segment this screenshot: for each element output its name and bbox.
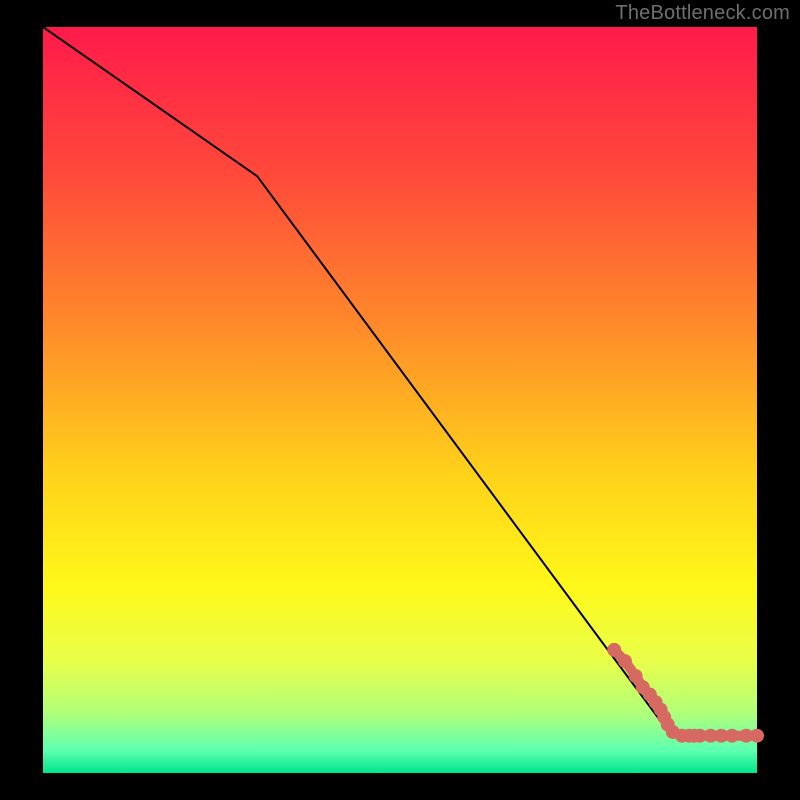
plot-svg [0, 0, 800, 800]
marker-coral-bead-curve [750, 729, 764, 743]
plot-background [43, 27, 757, 773]
marker-coral-bead-curve [607, 643, 621, 657]
marker-coral-bead-curve [618, 654, 632, 668]
marker-coral-bead-curve [725, 729, 739, 743]
chart-stage: TheBottleneck.com [0, 0, 800, 800]
watermark-text: TheBottleneck.com [615, 2, 790, 25]
